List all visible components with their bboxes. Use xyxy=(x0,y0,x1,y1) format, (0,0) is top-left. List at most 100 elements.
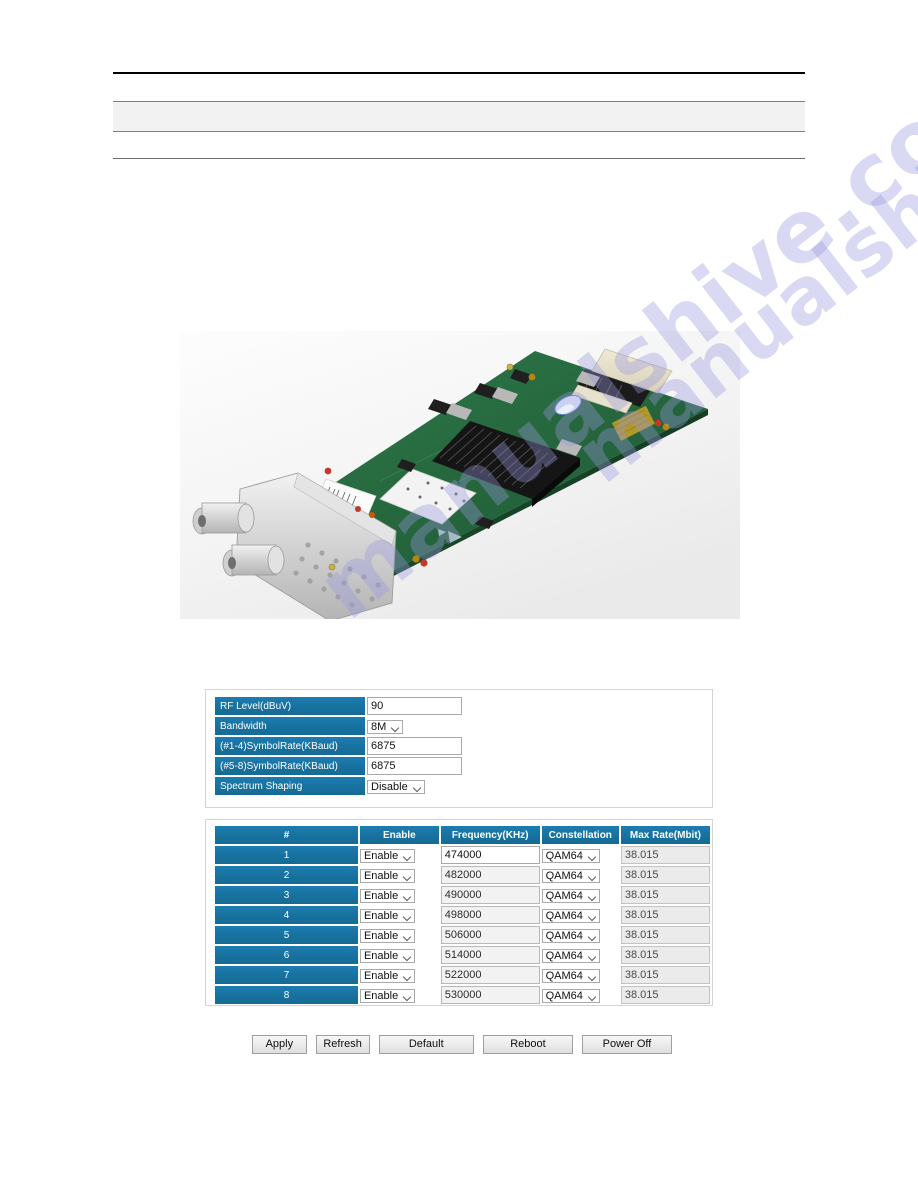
enable-cell-6: Enable xyxy=(359,946,439,964)
max-rate-value-6: 38.015 xyxy=(620,946,710,964)
table-row: RF Level(dBuV) 90 xyxy=(215,697,462,715)
column-header-max-rate: Max Rate(Mbit) xyxy=(620,826,710,844)
row-index-3: 3 xyxy=(215,886,358,904)
frequency-input-2[interactable]: 482000 xyxy=(440,866,540,884)
enable-select-2[interactable]: Enable xyxy=(359,869,416,883)
row-index-4: 4 xyxy=(215,906,358,924)
enable-cell-5: Enable xyxy=(359,926,439,944)
action-button-bar: Apply Refresh Default Reboot Power Off xyxy=(252,1035,672,1054)
table-row: 7 Enable 522000 QAM64 38.015 xyxy=(215,966,710,984)
constellation-select-value-2: QAM64 xyxy=(545,870,583,882)
max-rate-cell-3: 38.015 xyxy=(620,886,710,904)
frequency-input-5[interactable]: 506000 xyxy=(440,926,540,944)
constellation-select-value-1: QAM64 xyxy=(545,850,583,862)
default-button[interactable]: Default xyxy=(378,1035,474,1054)
enable-select-4[interactable]: Enable xyxy=(359,909,416,923)
column-header-index: # xyxy=(215,826,358,844)
constellation-select-2[interactable]: QAM64 xyxy=(541,869,600,883)
chevron-down-icon xyxy=(414,785,421,789)
frequency-cell-4: 498000 xyxy=(440,906,540,924)
chevron-down-icon xyxy=(589,954,596,958)
spectrum-shaping-select[interactable]: Disable xyxy=(367,780,425,794)
chevron-down-icon xyxy=(404,854,411,858)
constellation-select-value-6: QAM64 xyxy=(545,950,583,962)
max-rate-cell-2: 38.015 xyxy=(620,866,710,884)
constellation-select-value-7: QAM64 xyxy=(545,970,583,982)
constellation-cell-7: QAM64 xyxy=(541,966,619,984)
frequency-input-7[interactable]: 522000 xyxy=(440,966,540,984)
frequency-input-4[interactable]: 498000 xyxy=(440,906,540,924)
chevron-down-icon xyxy=(589,854,596,858)
constellation-select-1[interactable]: QAM64 xyxy=(541,849,600,863)
enable-select-5[interactable]: Enable xyxy=(359,929,416,943)
enable-select-3[interactable]: Enable xyxy=(359,889,416,903)
frequency-input-8[interactable]: 530000 xyxy=(440,986,540,1004)
constellation-select-4[interactable]: QAM64 xyxy=(541,909,600,923)
chevron-down-icon xyxy=(404,874,411,878)
chevron-down-icon xyxy=(589,934,596,938)
enable-select-value-5: Enable xyxy=(363,930,399,942)
max-rate-value-8: 38.015 xyxy=(620,986,710,1004)
constellation-select-value-3: QAM64 xyxy=(545,890,583,902)
chevron-down-icon xyxy=(589,994,596,998)
enable-select-value-3: Enable xyxy=(363,890,399,902)
column-header-enable: Enable xyxy=(359,826,439,844)
frequency-input-6[interactable]: 514000 xyxy=(440,946,540,964)
enable-select-1[interactable]: Enable xyxy=(359,849,416,863)
header-band xyxy=(113,101,805,132)
frequency-cell-5: 506000 xyxy=(440,926,540,944)
max-rate-value-4: 38.015 xyxy=(620,906,710,924)
max-rate-value-1: 38.015 xyxy=(620,846,710,864)
table-row: (#5-8)SymbolRate(KBaud) 6875 xyxy=(215,757,462,775)
enable-select-7[interactable]: Enable xyxy=(359,969,416,983)
chevron-down-icon xyxy=(404,914,411,918)
channel-config-table: # Enable Frequency(KHz) Constellation Ma… xyxy=(213,824,712,1006)
chevron-down-icon xyxy=(392,725,399,729)
table-row: 6 Enable 514000 QAM64 38.015 xyxy=(215,946,710,964)
row-index-7: 7 xyxy=(215,966,358,984)
reboot-button[interactable]: Reboot xyxy=(482,1035,573,1054)
constellation-select-5[interactable]: QAM64 xyxy=(541,929,600,943)
chevron-down-icon xyxy=(589,914,596,918)
power-off-button[interactable]: Power Off xyxy=(581,1035,672,1054)
rf-level-input[interactable]: 90 xyxy=(367,697,462,715)
setting-label-symbolrate-5-8: (#5-8)SymbolRate(KBaud) xyxy=(215,757,365,775)
bandwidth-select[interactable]: 8M xyxy=(367,720,404,734)
symbolrate-1-4-cell: 6875 xyxy=(367,737,462,755)
spectrum-shaping-select-value: Disable xyxy=(371,781,408,793)
frequency-cell-6: 514000 xyxy=(440,946,540,964)
max-rate-cell-1: 38.015 xyxy=(620,846,710,864)
column-header-frequency: Frequency(KHz) xyxy=(440,826,540,844)
symbolrate-5-8-input[interactable]: 6875 xyxy=(367,757,462,775)
frequency-input-1[interactable]: 474000 xyxy=(440,846,540,864)
chevron-down-icon xyxy=(589,974,596,978)
refresh-button[interactable]: Refresh xyxy=(315,1035,370,1054)
constellation-select-8[interactable]: QAM64 xyxy=(541,989,600,1003)
enable-cell-8: Enable xyxy=(359,986,439,1004)
chevron-down-icon xyxy=(404,954,411,958)
max-rate-value-2: 38.015 xyxy=(620,866,710,884)
chevron-down-icon xyxy=(404,974,411,978)
channel-table-body: 1 Enable 474000 QAM64 38.015 2 Enable 48… xyxy=(215,846,710,1004)
apply-button[interactable]: Apply xyxy=(252,1035,307,1054)
setting-label-symbolrate-1-4: (#1-4)SymbolRate(KBaud) xyxy=(215,737,365,755)
header-rule-top xyxy=(113,72,805,74)
max-rate-value-7: 38.015 xyxy=(620,966,710,984)
enable-select-8[interactable]: Enable xyxy=(359,989,416,1003)
enable-select-value-8: Enable xyxy=(363,990,399,1002)
enable-select-6[interactable]: Enable xyxy=(359,949,416,963)
constellation-select-6[interactable]: QAM64 xyxy=(541,949,600,963)
enable-select-value-2: Enable xyxy=(363,870,399,882)
constellation-select-3[interactable]: QAM64 xyxy=(541,889,600,903)
constellation-select-7[interactable]: QAM64 xyxy=(541,969,600,983)
table-row: Spectrum Shaping Disable xyxy=(215,777,462,795)
bandwidth-select-value: 8M xyxy=(371,721,387,733)
symbolrate-1-4-input[interactable]: 6875 xyxy=(367,737,462,755)
frequency-input-3[interactable]: 490000 xyxy=(440,886,540,904)
rf-modulator-board-photo xyxy=(180,331,740,619)
constellation-cell-5: QAM64 xyxy=(541,926,619,944)
enable-cell-1: Enable xyxy=(359,846,439,864)
chevron-down-icon xyxy=(589,894,596,898)
constellation-cell-6: QAM64 xyxy=(541,946,619,964)
table-header-row: # Enable Frequency(KHz) Constellation Ma… xyxy=(215,826,710,844)
